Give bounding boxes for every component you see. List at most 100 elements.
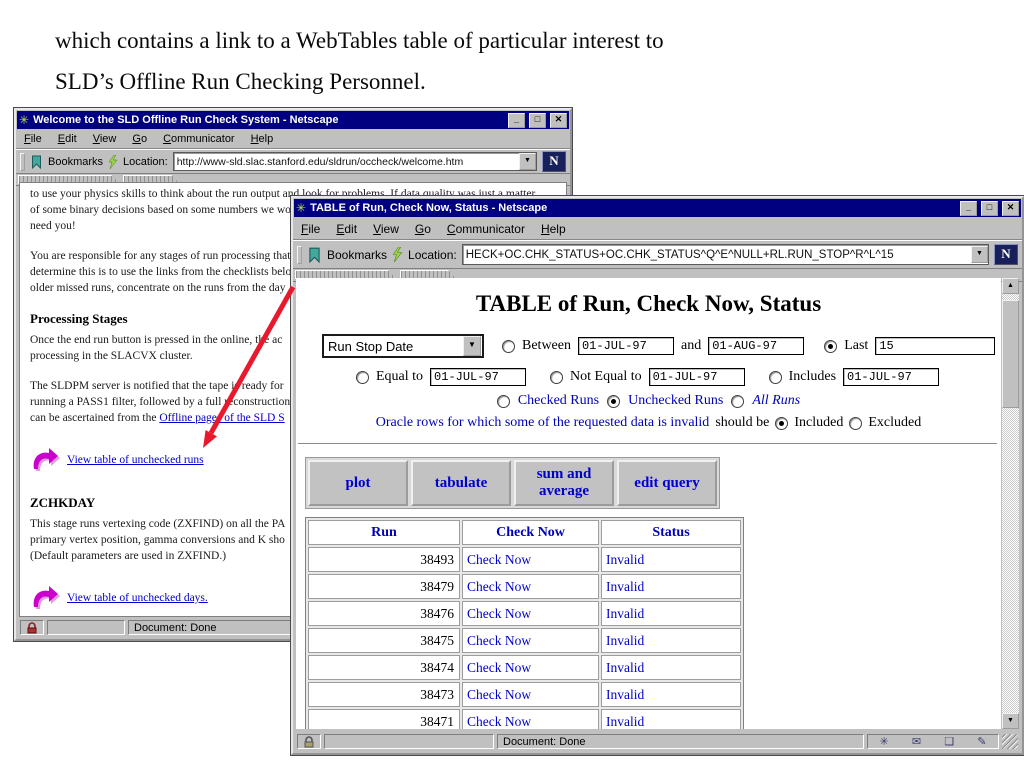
check-now-link[interactable]: Check Now (462, 628, 599, 653)
view-table-link[interactable]: View table of unchecked days. (67, 590, 208, 606)
security-lock-icon[interactable] (20, 620, 44, 635)
last-radio[interactable] (824, 340, 837, 353)
between-radio[interactable] (502, 340, 515, 353)
all-runs-label: All Runs (752, 393, 800, 409)
not-equal-input[interactable] (649, 368, 745, 386)
excluded-radio[interactable] (849, 417, 862, 430)
menu-item-file[interactable]: File (301, 222, 320, 236)
security-lock-icon[interactable] (297, 734, 321, 749)
doc-link[interactable]: Offline pages of the SLD S (159, 412, 284, 424)
chevron-down-icon[interactable]: ▼ (463, 336, 481, 356)
maximize-button[interactable]: □ (981, 201, 998, 216)
mailbox-icon[interactable]: ✉ (912, 735, 921, 748)
not-equal-radio[interactable] (550, 371, 563, 384)
check-now-link[interactable]: Check Now (462, 655, 599, 680)
vertical-scrollbar[interactable]: ▲ ▼ (1002, 278, 1019, 729)
checked-runs-radio[interactable] (497, 395, 510, 408)
close-button[interactable]: ✕ (550, 113, 567, 128)
table-row: 38493Check NowInvalid (308, 547, 741, 572)
run-number-cell: 38474 (308, 655, 460, 680)
back-url-field[interactable]: http://www-sld.slac.stanford.edu/sldrun/… (173, 152, 537, 171)
location-label: Location: (408, 248, 457, 262)
view-table-link[interactable]: View table of unchecked runs (67, 452, 204, 468)
scroll-up-arrow-icon[interactable]: ▲ (1002, 278, 1019, 294)
back-title-bar[interactable]: ✳ Welcome to the SLD Offline Run Check S… (17, 111, 569, 129)
menu-item-edit[interactable]: Edit (58, 133, 77, 145)
last-input[interactable] (875, 337, 995, 355)
minimize-button[interactable]: _ (508, 113, 525, 128)
discussions-icon[interactable]: ❏ (944, 735, 954, 748)
scroll-down-arrow-icon[interactable]: ▼ (1002, 713, 1019, 729)
equal-label: Equal to (376, 369, 423, 385)
edit-query-button[interactable]: edit query (617, 460, 717, 506)
menu-item-go[interactable]: Go (132, 133, 147, 145)
netscape-logo[interactable]: N (994, 244, 1018, 265)
equal-radio[interactable] (356, 371, 369, 384)
table-row: 38476Check NowInvalid (308, 601, 741, 626)
menu-item-communicator[interactable]: Communicator (447, 222, 525, 236)
toolbar-grip[interactable] (20, 153, 25, 171)
between-to-input[interactable] (708, 337, 804, 355)
bookmarks-button[interactable]: Bookmarks (48, 156, 103, 168)
bookmarks-icon[interactable] (30, 155, 43, 169)
includes-radio[interactable] (769, 371, 782, 384)
all-runs-radio[interactable] (731, 395, 744, 408)
menu-item-edit[interactable]: Edit (336, 222, 357, 236)
menu-item-view[interactable]: View (373, 222, 399, 236)
check-now-link[interactable]: Check Now (462, 547, 599, 572)
field-select[interactable]: Run Stop Date ▼ (322, 334, 484, 358)
table-row: 38473Check NowInvalid (308, 682, 741, 707)
front-title-bar[interactable]: ✳ TABLE of Run, Check Now, Status - Nets… (294, 199, 1021, 217)
tabulate-button[interactable]: tabulate (411, 460, 511, 506)
included-radio[interactable] (775, 417, 788, 430)
netscape-logo[interactable]: N (542, 151, 566, 172)
status-cell: Invalid (601, 655, 741, 680)
composer-icon[interactable]: ✎ (977, 735, 986, 748)
status-cell: Invalid (601, 628, 741, 653)
equal-input[interactable] (430, 368, 526, 386)
check-now-link[interactable]: Check Now (462, 574, 599, 599)
magenta-arrow-icon (30, 585, 60, 611)
scrollbar-thumb[interactable] (1002, 300, 1019, 408)
menu-item-help[interactable]: Help (251, 133, 274, 145)
front-url-text[interactable]: HECK+OC.CHK_STATUS+OC.CHK_STATUS^Q^E^NUL… (463, 249, 971, 261)
url-dropdown-button[interactable]: ▼ (519, 153, 536, 170)
toolbar-grip[interactable] (297, 246, 302, 264)
back-url-text[interactable]: http://www-sld.slac.stanford.edu/sldrun/… (174, 156, 519, 168)
url-dropdown-button[interactable]: ▼ (971, 246, 988, 263)
menu-item-help[interactable]: Help (541, 222, 566, 236)
check-now-link[interactable]: Check Now (462, 601, 599, 626)
unchecked-runs-label: Unchecked Runs (628, 393, 723, 409)
unchecked-runs-radio[interactable] (607, 395, 620, 408)
between-from-input[interactable] (578, 337, 674, 355)
column-header-check-now: Check Now (462, 520, 599, 545)
front-menu-bar: File Edit View Go Communicator Help (293, 218, 1022, 240)
bookmarks-button[interactable]: Bookmarks (327, 248, 387, 262)
table-row: 38471Check NowInvalid (308, 709, 741, 729)
menu-item-communicator[interactable]: Communicator (163, 133, 235, 145)
checked-runs-label: Checked Runs (518, 393, 599, 409)
resize-grip[interactable] (1002, 734, 1018, 749)
sum-and-average-button[interactable]: sum and average (514, 460, 614, 506)
page-title: TABLE of Run, Check Now, Status (296, 291, 1001, 317)
maximize-button[interactable]: □ (529, 113, 546, 128)
check-now-link[interactable]: Check Now (462, 709, 599, 729)
plot-button[interactable]: plot (308, 460, 408, 506)
menu-item-go[interactable]: Go (415, 222, 431, 236)
between-label: Between (522, 338, 571, 354)
component-bar: ✳ ✉ ❏ ✎ (867, 734, 999, 749)
menu-item-view[interactable]: View (93, 133, 117, 145)
front-browser-window[interactable]: ✳ TABLE of Run, Check Now, Status - Nets… (291, 196, 1024, 755)
table-row: 38474Check NowInvalid (308, 655, 741, 680)
front-location-bar: Bookmarks Location: HECK+OC.CHK_STATUS+O… (293, 240, 1022, 269)
bookmarks-icon[interactable] (307, 247, 322, 263)
includes-input[interactable] (843, 368, 939, 386)
minimize-button[interactable]: _ (960, 201, 977, 216)
location-lightning-icon (392, 247, 403, 262)
navigator-icon[interactable]: ✳ (880, 735, 889, 748)
check-now-link[interactable]: Check Now (462, 682, 599, 707)
menu-item-file[interactable]: File (24, 133, 42, 145)
close-button[interactable]: ✕ (1002, 201, 1019, 216)
front-url-field[interactable]: HECK+OC.CHK_STATUS+OC.CHK_STATUS^Q^E^NUL… (462, 244, 989, 265)
location-label: Location: (123, 156, 168, 168)
